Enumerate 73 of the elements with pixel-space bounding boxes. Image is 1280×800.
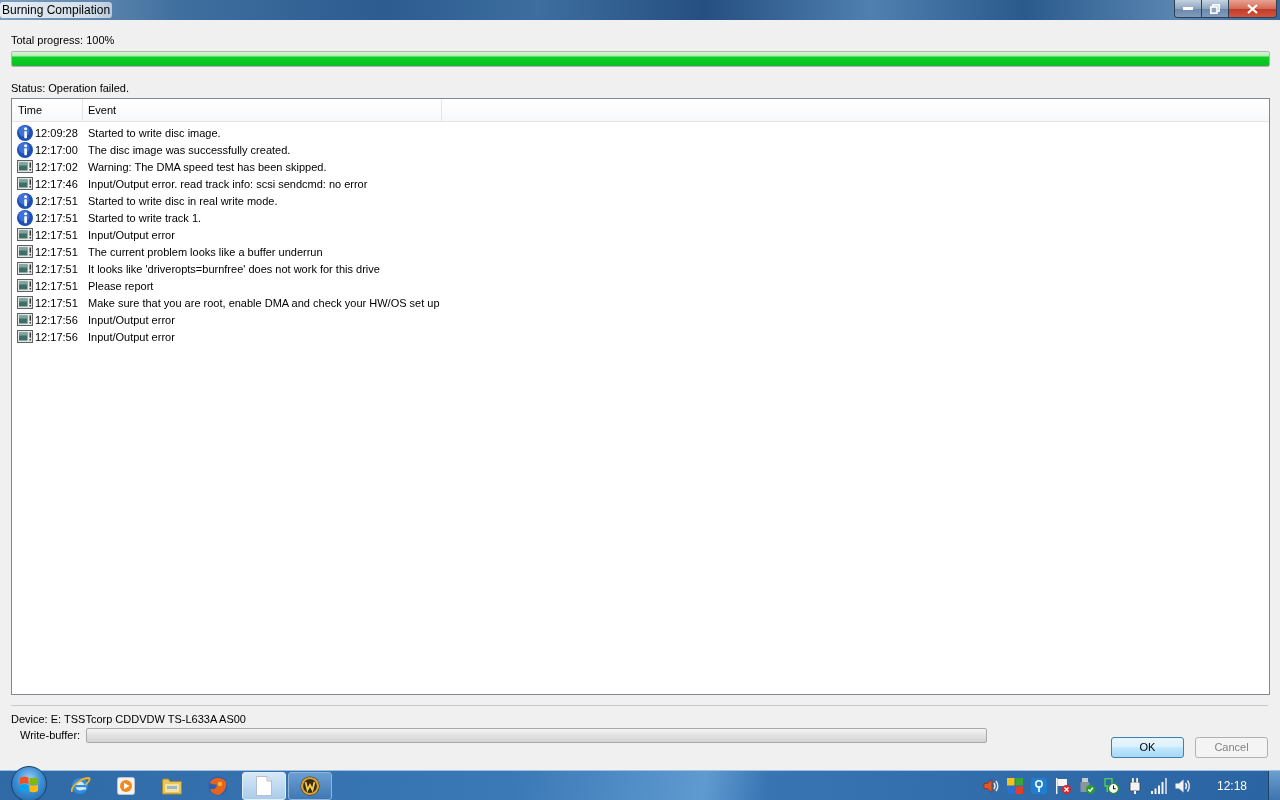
console-window-icon	[17, 228, 33, 241]
total-progress-label: Total progress: 100%	[11, 33, 115, 47]
event-text: The current problem looks like a buffer underrun	[87, 244, 323, 259]
folder-icon	[162, 776, 182, 795]
time-text: 12:17:00	[35, 142, 78, 157]
play-icon	[117, 776, 135, 795]
time-text: 12:17:56	[35, 329, 78, 344]
console-window-icon	[17, 177, 33, 190]
browser-icon	[69, 774, 91, 797]
time-text: 12:17:51	[35, 261, 78, 276]
show-desktop-button[interactable]	[1268, 771, 1280, 800]
write-buffer-label: Write-buffer:	[20, 728, 81, 742]
event-text: Input/Output error	[87, 227, 175, 242]
event-text: Started to write track 1.	[87, 210, 202, 225]
globe-icon	[208, 775, 228, 796]
clock-text[interactable]: 12:18	[1216, 776, 1247, 795]
status-text: Status: Operation failed.	[11, 81, 129, 95]
signal-icon[interactable]	[1150, 777, 1167, 794]
four-panes-icon	[20, 775, 38, 793]
document-icon	[256, 775, 272, 796]
event-text: Input/Output error	[87, 312, 175, 327]
dialog-button[interactable]: OK	[1111, 737, 1184, 758]
time-text: 12:17:56	[35, 312, 78, 327]
column-header[interactable]: Event	[83, 99, 442, 121]
volume-icon[interactable]	[1174, 777, 1191, 794]
plug-icon[interactable]	[1126, 777, 1143, 794]
time-text: 12:17:46	[35, 176, 78, 191]
console-window-icon	[17, 279, 33, 292]
console-window-icon	[17, 330, 33, 343]
close-icon	[1247, 3, 1258, 14]
start-button[interactable]	[11, 766, 47, 800]
time-text: 12:17:51	[35, 244, 78, 259]
console-window-icon	[17, 296, 33, 309]
window-title: Burning Compilation	[0, 2, 113, 18]
drive-check-icon[interactable]	[1078, 777, 1095, 794]
close-button[interactable]	[1229, 0, 1276, 17]
minimize-button[interactable]	[1175, 0, 1202, 17]
device-text: Device: E: TSSTcorp CDDVDW TS-L633A AS00	[11, 712, 246, 726]
column-header[interactable]: Time	[12, 99, 83, 121]
emblem-icon	[300, 775, 320, 796]
antenna-tile-icon[interactable]	[1030, 777, 1047, 794]
event-text: Started to write disc image.	[87, 125, 221, 140]
speaker-icon[interactable]	[982, 777, 999, 794]
console-window-icon	[17, 245, 33, 258]
event-text: Please report	[87, 278, 154, 293]
time-text: 12:17:51	[35, 210, 78, 225]
event-text: Started to write disc in real write mode.	[87, 193, 278, 208]
event-text: Make sure that you are root, enable DMA and check your HW/OS set up	[87, 295, 440, 310]
event-text: The disc image was successfully created.	[87, 142, 291, 157]
four-squares-icon[interactable]	[1006, 777, 1023, 794]
info-icon	[17, 124, 33, 141]
restore-icon	[1210, 3, 1220, 14]
console-window-icon	[17, 313, 33, 326]
event-text: Warning: The DMA speed test has been skipped.	[87, 159, 327, 174]
event-text: It looks like 'driveropts=burnfree' does not work for this drive	[87, 261, 380, 276]
taskbar-button[interactable]	[288, 771, 332, 800]
info-icon	[17, 141, 33, 158]
info-icon	[17, 209, 33, 226]
time-text: 12:09:28	[35, 125, 78, 140]
time-text: 12:17:02	[35, 159, 78, 174]
time-text: 12:17:51	[35, 278, 78, 293]
flag-x-icon[interactable]	[1054, 777, 1071, 794]
console-window-icon	[17, 160, 33, 173]
info-icon	[17, 192, 33, 209]
clock-badge-icon[interactable]	[1102, 777, 1119, 794]
time-text: 12:17:51	[35, 295, 78, 310]
restore-button[interactable]	[1202, 0, 1229, 17]
time-text: 12:17:51	[35, 227, 78, 242]
minimize-icon	[1183, 7, 1193, 10]
event-text: Input/Output error	[87, 329, 175, 344]
event-text: Input/Output error. read track info: scsi sendcmd: no error	[87, 176, 368, 191]
time-text: 12:17:51	[35, 193, 78, 208]
console-window-icon	[17, 262, 33, 275]
